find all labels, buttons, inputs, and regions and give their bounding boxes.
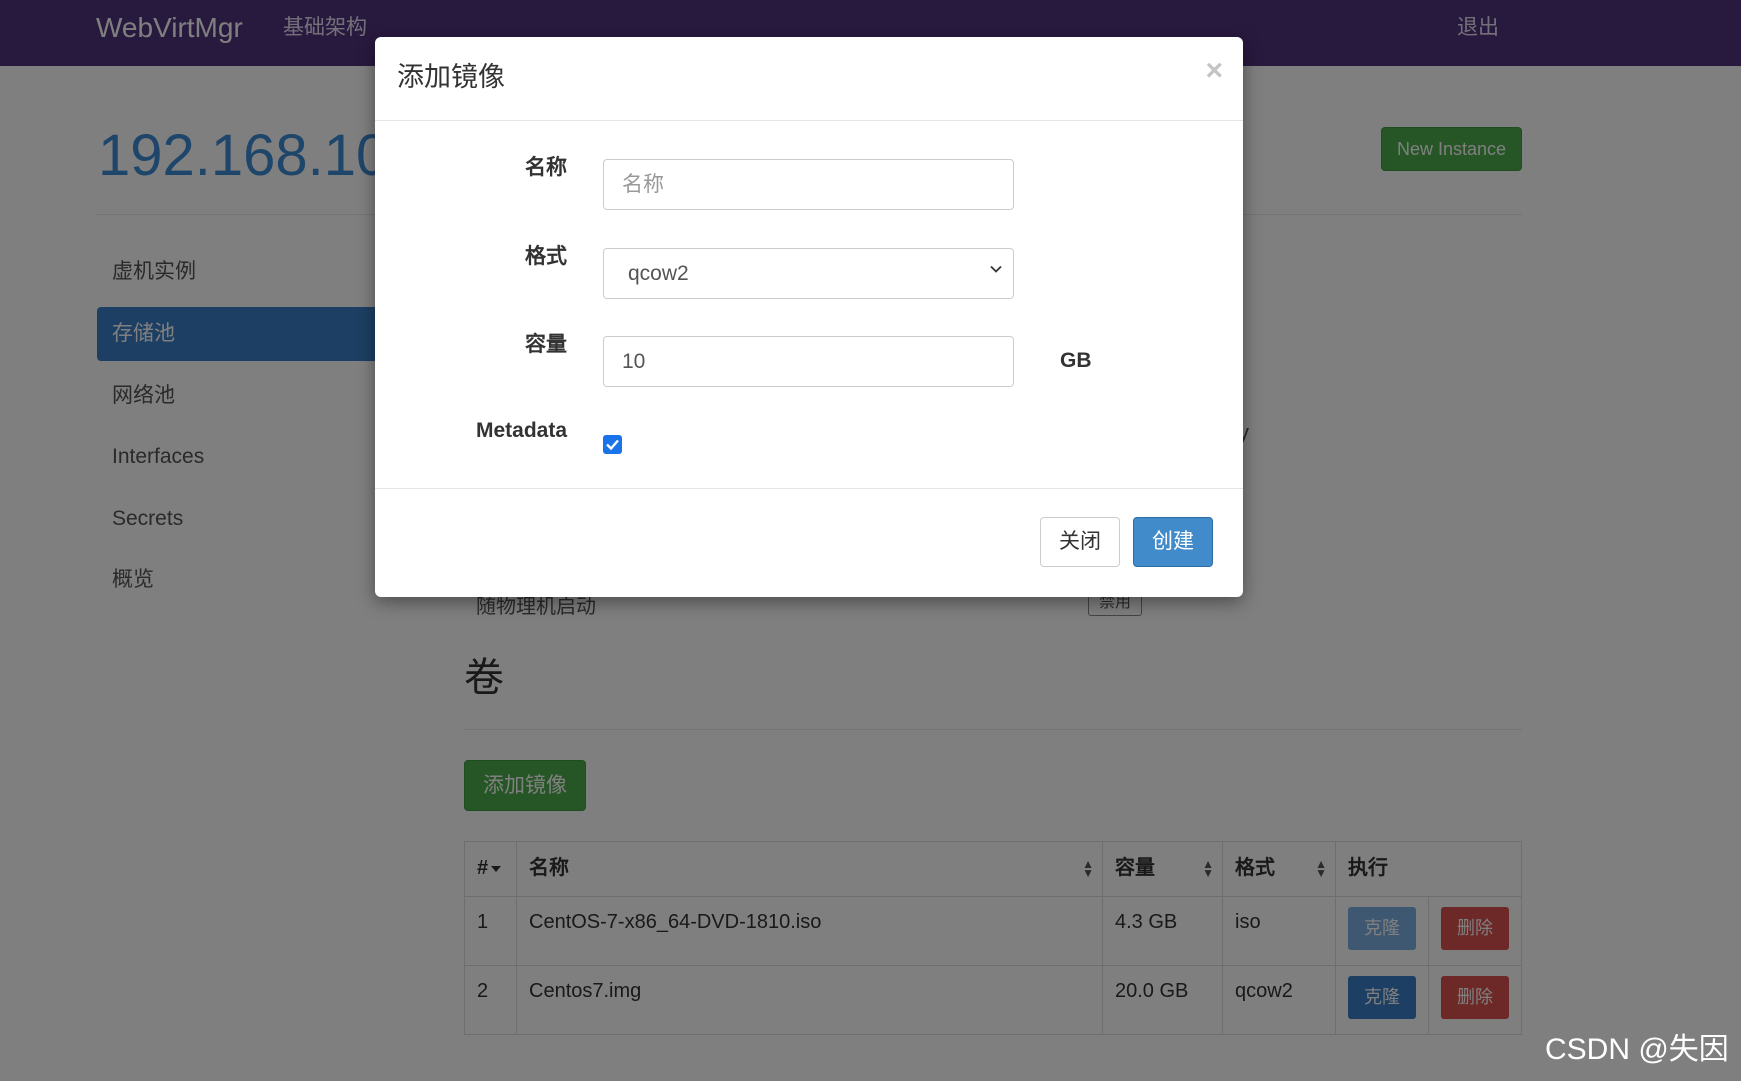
modal-footer-divider xyxy=(375,488,1243,489)
size-input[interactable]: 10 xyxy=(603,336,1014,387)
checkmark-icon xyxy=(606,439,619,451)
size-label: 容量 xyxy=(525,333,567,356)
format-select[interactable]: qcow2 xyxy=(603,248,1014,299)
format-label: 格式 xyxy=(525,245,567,268)
format-select-value: qcow2 xyxy=(628,262,689,285)
chevron-down-icon xyxy=(990,265,1002,273)
metadata-checkbox[interactable] xyxy=(603,435,622,454)
modal-title: 添加镜像 xyxy=(397,62,505,92)
name-input[interactable]: 名称 xyxy=(603,159,1014,210)
name-label: 名称 xyxy=(525,156,567,179)
metadata-label: Metadata xyxy=(475,419,567,442)
size-unit: GB xyxy=(1060,349,1092,372)
add-image-modal: 添加镜像 × 名称 名称 格式 qcow2 容量 10 GB Metadata … xyxy=(375,37,1243,597)
create-button[interactable]: 创建 xyxy=(1133,517,1213,567)
close-button[interactable]: 关闭 xyxy=(1040,517,1120,567)
close-icon[interactable]: × xyxy=(1205,53,1223,89)
modal-header: 添加镜像 × xyxy=(375,37,1243,121)
watermark-text: CSDN @失因 xyxy=(1545,1033,1729,1066)
